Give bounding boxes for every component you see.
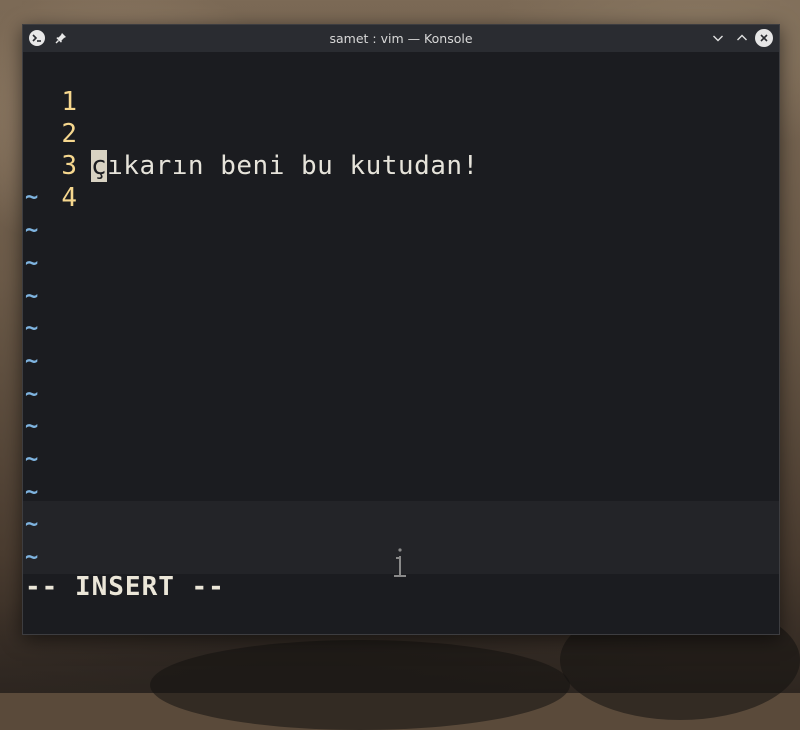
konsole-window: samet : vim — Konsole 1 2 çıkarın beni b… [22, 24, 780, 635]
empty-line-marker: ~ [25, 251, 39, 276]
pin-icon[interactable] [53, 30, 69, 46]
line-text: çıkarın beni bu kutudan! [91, 150, 479, 182]
empty-line-marker: ~ [25, 349, 39, 374]
empty-line-marker: ~ [25, 447, 39, 472]
maximize-button[interactable] [733, 29, 751, 47]
empty-line-marker: ~ [25, 480, 39, 505]
empty-line-marker: ~ [25, 218, 39, 243]
mouse-ibeam-cursor-icon [394, 548, 406, 577]
empty-line-marker: ~ [25, 512, 39, 537]
chevron-up-icon [737, 34, 747, 41]
konsole-terminal-icon[interactable] [29, 30, 45, 46]
line-number: 4 [61, 183, 77, 213]
close-button[interactable] [755, 29, 773, 47]
wallpaper-shape [150, 640, 570, 730]
window-title: samet : vim — Konsole [329, 31, 473, 46]
chevron-down-icon [713, 35, 723, 42]
buffer-line[interactable]: 1 [23, 54, 117, 117]
empty-line-marker: ~ [25, 316, 39, 341]
vim-mode-indicator: -- INSERT -- [25, 572, 225, 602]
empty-line-marker: ~ [25, 414, 39, 439]
empty-line-marker: ~ [25, 185, 39, 210]
empty-line-marker: ~ [25, 382, 39, 407]
close-icon [760, 34, 768, 42]
minimize-button[interactable] [709, 29, 727, 47]
buffer-line[interactable]: 2 çıkarın beni bu kutudan! [23, 86, 478, 182]
empty-line-marker: ~ [25, 284, 39, 309]
title-bar[interactable]: samet : vim — Konsole [23, 25, 779, 52]
line-text-rest: ıkarın beni bu kutudan! [107, 151, 479, 181]
buffer-line[interactable]: 3 [23, 118, 117, 181]
terminal-area[interactable]: 1 2 çıkarın beni bu kutudan! 3 4 ~ ~ ~ ~… [23, 52, 779, 634]
buffer-line[interactable]: 4 [23, 150, 117, 213]
